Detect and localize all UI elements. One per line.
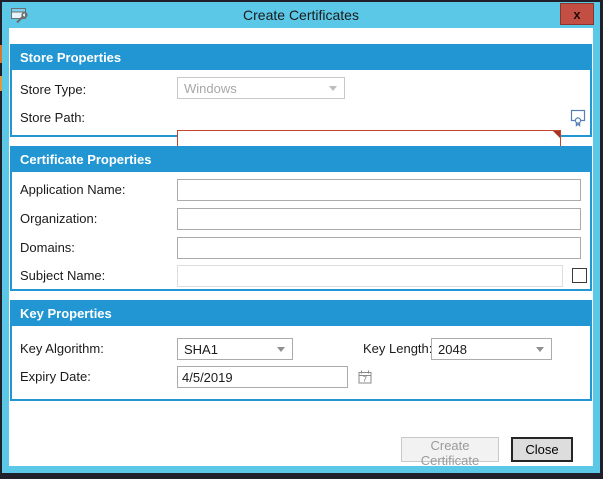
title-bar: Create Certificates x	[2, 2, 600, 28]
validation-error-marker	[553, 131, 560, 138]
store-type-dropdown[interactable]: Windows	[177, 77, 345, 99]
key-algorithm-label: Key Algorithm:	[20, 338, 104, 360]
store-path-label: Store Path:	[20, 107, 85, 129]
chevron-down-icon	[536, 347, 544, 352]
dialog-content-panel: Store Properties Store Type: Windows Sto…	[9, 28, 593, 466]
close-button[interactable]: Close	[511, 437, 573, 462]
organization-input[interactable]	[177, 208, 581, 230]
page-title: Create Certificates	[2, 7, 600, 23]
calendar-icon[interactable]: 7	[358, 370, 372, 384]
application-name-input[interactable]	[177, 179, 581, 201]
close-icon[interactable]: x	[560, 3, 594, 25]
key-properties-header: Key Properties	[12, 302, 590, 326]
subject-name-input[interactable]	[177, 265, 563, 287]
organization-label: Organization:	[20, 208, 97, 230]
browse-certificate-store-button[interactable]	[567, 106, 589, 128]
create-certificates-dialog: Create Certificates x Store Properties S…	[2, 2, 600, 473]
expiry-date-input[interactable]	[182, 370, 358, 385]
key-length-dropdown[interactable]: 2048	[431, 338, 552, 360]
key-algorithm-value: SHA1	[184, 342, 218, 357]
expiry-date-field: 7	[177, 366, 348, 388]
key-length-label: Key Length:	[363, 338, 432, 360]
domains-label: Domains:	[20, 237, 75, 259]
certificate-properties-header: Certificate Properties	[12, 148, 590, 172]
certificate-icon	[569, 108, 587, 127]
store-properties-section: Store Properties Store Type: Windows Sto…	[10, 44, 592, 137]
application-name-label: Application Name:	[20, 179, 126, 201]
store-type-value: Windows	[184, 81, 237, 96]
key-algorithm-dropdown[interactable]: SHA1	[177, 338, 293, 360]
store-type-label: Store Type:	[20, 79, 86, 101]
create-certificate-button[interactable]: Create Certificate	[401, 437, 499, 462]
dialog-footer: Create Certificate Close	[401, 437, 573, 462]
certificate-properties-section: Certificate Properties Application Name:…	[10, 146, 592, 291]
domains-input[interactable]	[177, 237, 581, 259]
svg-text:7: 7	[363, 377, 367, 384]
subject-name-label: Subject Name:	[20, 265, 105, 287]
window-wrench-icon	[10, 7, 30, 24]
expiry-date-label: Expiry Date:	[20, 366, 91, 388]
store-properties-header: Store Properties	[12, 46, 590, 70]
key-properties-section: Key Properties Key Algorithm: SHA1 Key L…	[10, 300, 592, 401]
subject-name-checkbox[interactable]	[572, 268, 587, 283]
chevron-down-icon	[329, 86, 337, 91]
chevron-down-icon	[277, 347, 285, 352]
key-length-value: 2048	[438, 342, 467, 357]
